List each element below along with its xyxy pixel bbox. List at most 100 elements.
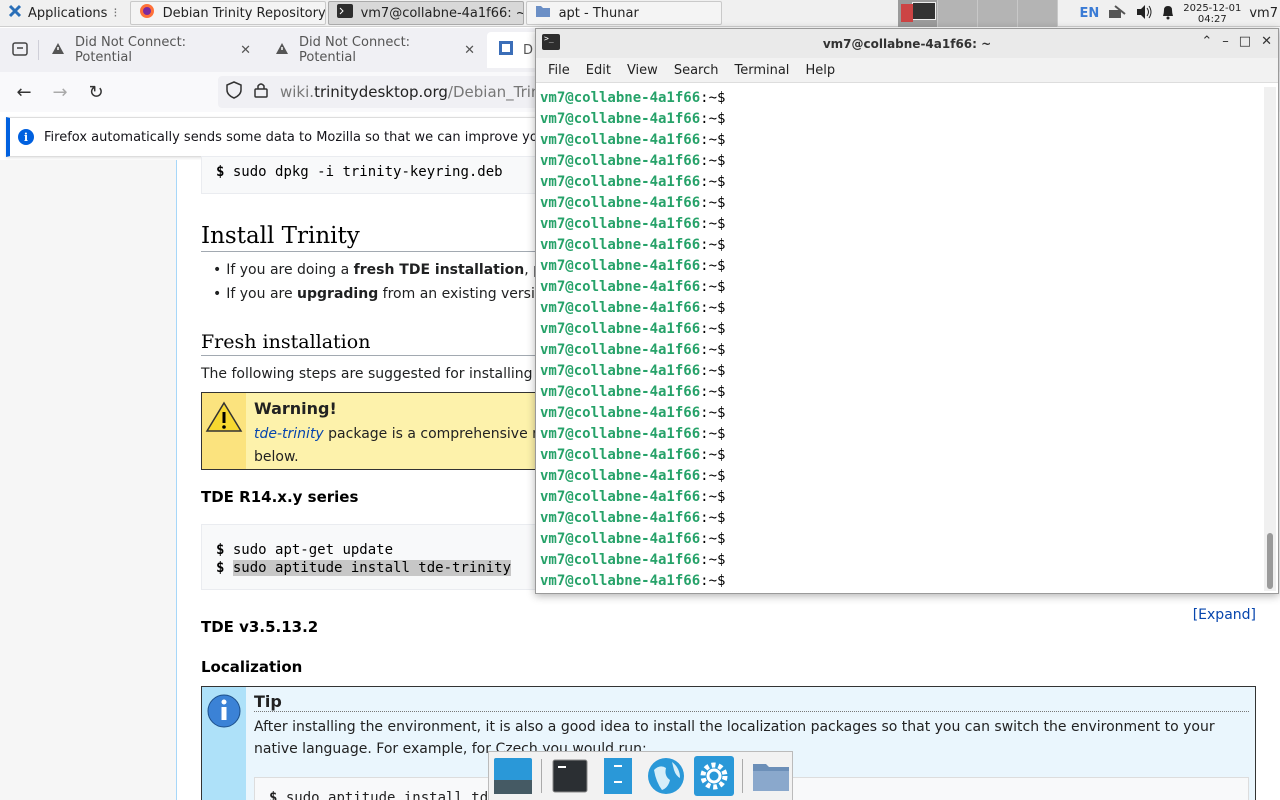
- terminal-window[interactable]: >_ vm7@collabne-4a1f66: ~ ⌃ – □ ✕ File E…: [535, 28, 1279, 594]
- folder-icon[interactable]: [751, 756, 791, 796]
- task-label: apt - Thunar: [558, 5, 639, 21]
- bullet-text: If you are doing a: [226, 262, 354, 278]
- notification-bell-icon[interactable]: [1161, 4, 1175, 24]
- terminal-icon[interactable]: [550, 756, 590, 796]
- shield-icon[interactable]: [226, 81, 242, 103]
- terminal-prompt-line: vm7@collabne-4a1f66:~$: [540, 172, 1262, 193]
- task-thunar[interactable]: apt - Thunar: [525, 1, 722, 25]
- wiki-sidebar: [0, 160, 177, 800]
- prompt-user-host: vm7@collabne-4a1f66: [540, 510, 701, 526]
- menu-edit[interactable]: Edit: [578, 63, 619, 78]
- forward-button[interactable]: →: [42, 74, 78, 110]
- scrollbar-thumb[interactable]: [1267, 533, 1273, 589]
- shell-prompt: $: [216, 560, 225, 576]
- show-desktop-icon[interactable]: [493, 756, 533, 796]
- workspace-1[interactable]: [898, 0, 938, 27]
- shade-up-icon[interactable]: ⌃: [1201, 34, 1212, 49]
- prompt-path: :~$: [700, 468, 726, 484]
- forward-arrow-icon: →: [52, 81, 68, 103]
- terminal-prompt-line: vm7@collabne-4a1f66:~$: [540, 571, 1262, 592]
- web-browser-icon[interactable]: [646, 756, 686, 796]
- prompt-user-host: vm7@collabne-4a1f66: [540, 489, 701, 505]
- prompt-user-host: vm7@collabne-4a1f66: [540, 132, 701, 148]
- list-item: If you are doing a fresh TDE installatio…: [213, 262, 570, 278]
- prompt-path: :~$: [700, 153, 726, 169]
- reload-icon: ↻: [88, 81, 104, 103]
- code-line: sudo dpkg -i trinity-keyring.deb: [232, 164, 503, 180]
- browser-tab[interactable]: Did Not Connect: Potential ✕: [39, 32, 263, 68]
- terminal-prompt-line: vm7@collabne-4a1f66:~$: [540, 214, 1262, 235]
- notification-text: Firefox automatically sends some data to…: [44, 129, 564, 145]
- heading-r14: TDE R14.x.y series: [201, 488, 359, 506]
- bottom-dock: [488, 751, 793, 800]
- prompt-path: :~$: [700, 237, 726, 253]
- network-icon[interactable]: [1107, 4, 1127, 24]
- volume-icon[interactable]: [1135, 4, 1153, 24]
- task-terminal[interactable]: vm7@collabne-4a1f66: ~: [327, 1, 524, 25]
- prompt-path: :~$: [700, 216, 726, 232]
- keyboard-layout-indicator[interactable]: EN: [1079, 6, 1099, 21]
- prompt-path: :~$: [700, 447, 726, 463]
- taskbar: Debian Trinity Repository ... vm7@collab…: [129, 0, 722, 27]
- reload-button[interactable]: ↻: [78, 74, 114, 110]
- workspace-window-thumb: [901, 4, 913, 22]
- terminal-prompt-line: vm7@collabne-4a1f66:~$: [540, 340, 1262, 361]
- prompt-path: :~$: [700, 258, 726, 274]
- prompt-user-host: vm7@collabne-4a1f66: [540, 300, 701, 316]
- maximize-icon[interactable]: □: [1239, 34, 1251, 49]
- close-tab-icon[interactable]: ✕: [464, 43, 475, 58]
- lock-icon[interactable]: [254, 82, 268, 102]
- terminal-app-icon: >_: [542, 34, 560, 50]
- dock-separator: [742, 759, 743, 793]
- terminal-prompt-line: vm7@collabne-4a1f66:~$: [540, 277, 1262, 298]
- workspace-2[interactable]: [938, 0, 978, 27]
- terminal-titlebar[interactable]: >_ vm7@collabne-4a1f66: ~ ⌃ – □ ✕: [536, 29, 1278, 58]
- menu-help[interactable]: Help: [797, 63, 843, 78]
- tab-title: D: [523, 42, 534, 58]
- prompt-path: :~$: [700, 321, 726, 337]
- tab-list-button[interactable]: [2, 32, 38, 68]
- workspace-3[interactable]: [978, 0, 1018, 27]
- menu-view[interactable]: View: [619, 63, 666, 78]
- close-icon[interactable]: ✕: [1261, 34, 1272, 49]
- user-menu[interactable]: vm7: [1249, 6, 1278, 21]
- heading-localization: Localization: [201, 658, 303, 676]
- tde-trinity-link[interactable]: tde-trinity: [254, 426, 324, 442]
- workspace-switcher: [898, 0, 1058, 27]
- clock[interactable]: 2025-12-01 04:27: [1183, 3, 1241, 25]
- applications-menu-button[interactable]: Applications ⁝: [0, 0, 126, 27]
- bullet-bold: fresh TDE installation: [353, 262, 525, 278]
- terminal-prompt-line: vm7@collabne-4a1f66:~$: [540, 550, 1262, 571]
- workspace-4[interactable]: [1018, 0, 1058, 27]
- browser-tab[interactable]: Did Not Connect: Potential ✕: [263, 32, 487, 68]
- expand-link[interactable]: [Expand]: [1193, 607, 1256, 623]
- terminal-prompt-line: vm7@collabne-4a1f66:~$: [540, 361, 1262, 382]
- warning-text: below.: [254, 449, 299, 465]
- prompt-user-host: vm7@collabne-4a1f66: [540, 321, 701, 337]
- window-controls: ⌃ – □ ✕: [1201, 34, 1272, 49]
- terminal-screen[interactable]: vm7@collabne-4a1f66:~$ vm7@collabne-4a1f6…: [536, 84, 1262, 592]
- prompt-user-host: vm7@collabne-4a1f66: [540, 279, 701, 295]
- terminal-scrollbar[interactable]: [1264, 87, 1276, 591]
- file-manager-icon[interactable]: [598, 756, 638, 796]
- prompt-user-host: vm7@collabne-4a1f66: [540, 195, 701, 211]
- minimize-icon[interactable]: –: [1222, 34, 1229, 49]
- prompt-path: :~$: [700, 552, 726, 568]
- url-domain: trinitydesktop.org: [314, 83, 448, 101]
- menu-search[interactable]: Search: [666, 63, 727, 78]
- info-circle-icon: [202, 694, 246, 737]
- prompt-path: :~$: [700, 174, 726, 190]
- prompt-user-host: vm7@collabne-4a1f66: [540, 552, 701, 568]
- prompt-user-host: vm7@collabne-4a1f66: [540, 468, 701, 484]
- settings-icon[interactable]: [694, 756, 734, 796]
- menu-terminal[interactable]: Terminal: [726, 63, 797, 78]
- menu-file[interactable]: File: [540, 63, 578, 78]
- prompt-user-host: vm7@collabne-4a1f66: [540, 426, 701, 442]
- warning-triangle-icon: [202, 401, 246, 447]
- list-item: If you are upgrading from an existing ve…: [213, 286, 570, 302]
- close-tab-icon[interactable]: ✕: [240, 43, 251, 58]
- back-button[interactable]: ←: [6, 74, 42, 110]
- terminal-prompt-line: vm7@collabne-4a1f66:~$: [540, 424, 1262, 445]
- task-firefox[interactable]: Debian Trinity Repository ...: [129, 1, 326, 25]
- info-icon: i: [18, 129, 34, 145]
